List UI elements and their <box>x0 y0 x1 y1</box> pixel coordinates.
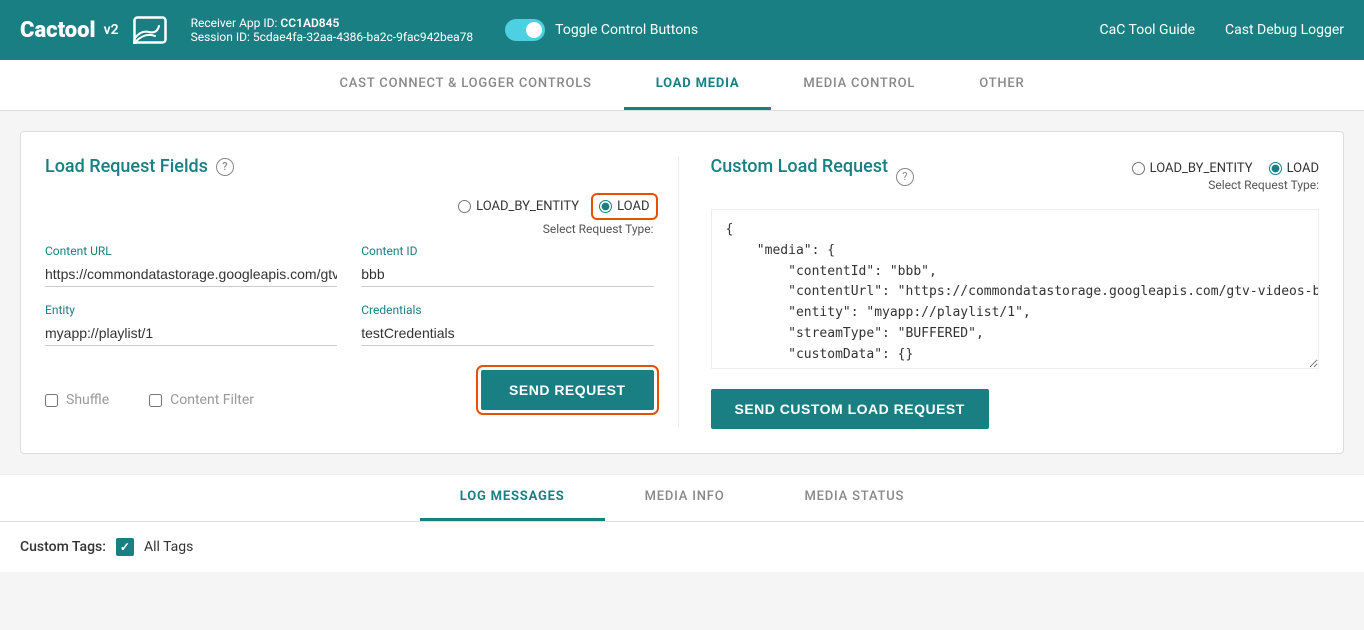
tab-media-status[interactable]: MEDIA STATUS <box>764 475 944 521</box>
send-request-button[interactable]: SEND REQUEST <box>481 370 653 410</box>
checkboxes-row: Shuffle Content Filter <box>45 392 254 408</box>
toggle-section: Toggle Control Buttons <box>505 19 698 41</box>
content-id-input[interactable] <box>361 262 653 287</box>
load-radio-option[interactable]: LOAD <box>595 197 653 216</box>
custom-load-help-icon[interactable]: ? <box>896 168 914 186</box>
session-id-line: Session ID: 5cdae4fa-32aa-4386-ba2c-9fac… <box>191 30 474 44</box>
header-links: CaC Tool Guide Cast Debug Logger <box>1100 22 1345 38</box>
right-request-type-container: LOAD_BY_ENTITY LOAD Select Request Type: <box>1132 161 1319 192</box>
toggle-label: Toggle Control Buttons <box>555 22 698 38</box>
all-tags-checkbox[interactable] <box>116 538 134 556</box>
tab-media-info[interactable]: MEDIA INFO <box>605 475 765 521</box>
field-grid: Content URL Content ID Entity Credential… <box>45 244 654 346</box>
cast-debug-logger-link[interactable]: Cast Debug Logger <box>1225 22 1344 38</box>
custom-tags-label: Custom Tags: <box>20 539 106 555</box>
shuffle-label: Shuffle <box>66 392 109 408</box>
main-content: Load Request Fields ? LOAD_BY_ENTITY LOA… <box>0 111 1364 474</box>
logo-version: v2 <box>104 22 119 38</box>
entity-label: Entity <box>45 303 337 317</box>
tab-load-media[interactable]: LOAD MEDIA <box>624 60 772 110</box>
load-request-title: Load Request Fields <box>45 156 208 177</box>
session-info: Receiver App ID: CC1AD845 Session ID: 5c… <box>191 16 474 44</box>
right-panel-header: Custom Load Request ? LOAD_BY_ENTITY LOA… <box>711 156 1320 197</box>
left-request-type-label: Select Request Type: <box>543 222 654 236</box>
credentials-label: Credentials <box>361 303 653 317</box>
load-by-entity-radio-option[interactable]: LOAD_BY_ENTITY <box>458 199 579 214</box>
load-request-help-icon[interactable]: ? <box>216 158 234 176</box>
toggle-switch[interactable] <box>505 19 545 41</box>
shuffle-checkbox-option[interactable]: Shuffle <box>45 392 109 408</box>
bottom-row: Shuffle Content Filter SEND REQUEST <box>45 370 654 410</box>
credentials-input[interactable] <box>361 321 653 346</box>
tab-media-control[interactable]: MEDIA CONTROL <box>771 60 947 110</box>
content-id-field-group: Content ID <box>361 244 653 287</box>
bottom-tabs: LOG MESSAGES MEDIA INFO MEDIA STATUS <box>0 475 1364 522</box>
load-by-entity-label: LOAD_BY_ENTITY <box>476 199 579 214</box>
content-filter-checkbox[interactable] <box>149 394 162 407</box>
tab-cast-connect[interactable]: CAST CONNECT & LOGGER CONTROLS <box>307 60 623 110</box>
left-request-type-container: LOAD_BY_ENTITY LOAD Select Request Type: <box>45 197 654 236</box>
bottom-section: LOG MESSAGES MEDIA INFO MEDIA STATUS Cus… <box>0 474 1364 572</box>
app-header: Cactool v2 Receiver App ID: CC1AD845 Ses… <box>0 0 1364 60</box>
shuffle-checkbox[interactable] <box>45 394 58 407</box>
tab-log-messages[interactable]: LOG MESSAGES <box>420 475 605 521</box>
tab-other[interactable]: OTHER <box>947 60 1056 110</box>
load-label: LOAD <box>617 199 649 214</box>
app-logo[interactable]: Cactool v2 <box>20 16 167 44</box>
custom-tags-row: Custom Tags: All Tags <box>0 522 1364 572</box>
right-request-type-label: Select Request Type: <box>1208 178 1319 192</box>
load-radio[interactable] <box>599 200 612 213</box>
content-url-input[interactable] <box>45 262 337 287</box>
right-load-label: LOAD <box>1287 161 1319 176</box>
main-nav: CAST CONNECT & LOGGER CONTROLS LOAD MEDI… <box>0 60 1364 111</box>
content-filter-label: Content Filter <box>170 392 254 408</box>
content-url-field-group: Content URL <box>45 244 337 287</box>
entity-input[interactable] <box>45 321 337 346</box>
right-request-type-row: LOAD_BY_ENTITY LOAD <box>1132 161 1319 176</box>
right-load-by-entity-radio[interactable] <box>1132 162 1145 175</box>
custom-load-title: Custom Load Request <box>711 156 889 177</box>
cast-icon <box>133 16 167 44</box>
receiver-app-line: Receiver App ID: CC1AD845 <box>191 16 474 30</box>
right-load-by-entity-option[interactable]: LOAD_BY_ENTITY <box>1132 161 1253 176</box>
content-filter-checkbox-option[interactable]: Content Filter <box>149 392 254 408</box>
panel-title: Load Request Fields ? <box>45 156 654 177</box>
credentials-field-group: Credentials <box>361 303 653 346</box>
send-custom-load-request-button[interactable]: SEND CUSTOM LOAD REQUEST <box>711 389 989 429</box>
logo-text: Cactool <box>20 18 96 43</box>
load-by-entity-radio[interactable] <box>458 200 471 213</box>
entity-field-group: Entity <box>45 303 337 346</box>
load-media-card: Load Request Fields ? LOAD_BY_ENTITY LOA… <box>20 131 1344 454</box>
content-id-label: Content ID <box>361 244 653 258</box>
custom-load-request-panel: Custom Load Request ? LOAD_BY_ENTITY LOA… <box>679 156 1320 429</box>
json-editor[interactable]: { "media": { "contentId": "bbb", "conten… <box>711 209 1320 369</box>
all-tags-label: All Tags <box>144 539 193 555</box>
right-load-by-entity-label: LOAD_BY_ENTITY <box>1150 161 1253 176</box>
cac-tool-guide-link[interactable]: CaC Tool Guide <box>1100 22 1196 38</box>
right-load-radio[interactable] <box>1269 162 1282 175</box>
content-url-label: Content URL <box>45 244 337 258</box>
load-request-panel: Load Request Fields ? LOAD_BY_ENTITY LOA… <box>45 156 679 429</box>
right-panel-title-row: Custom Load Request ? <box>711 156 915 197</box>
left-request-type-row: LOAD_BY_ENTITY LOAD <box>458 197 653 216</box>
right-load-option[interactable]: LOAD <box>1269 161 1319 176</box>
